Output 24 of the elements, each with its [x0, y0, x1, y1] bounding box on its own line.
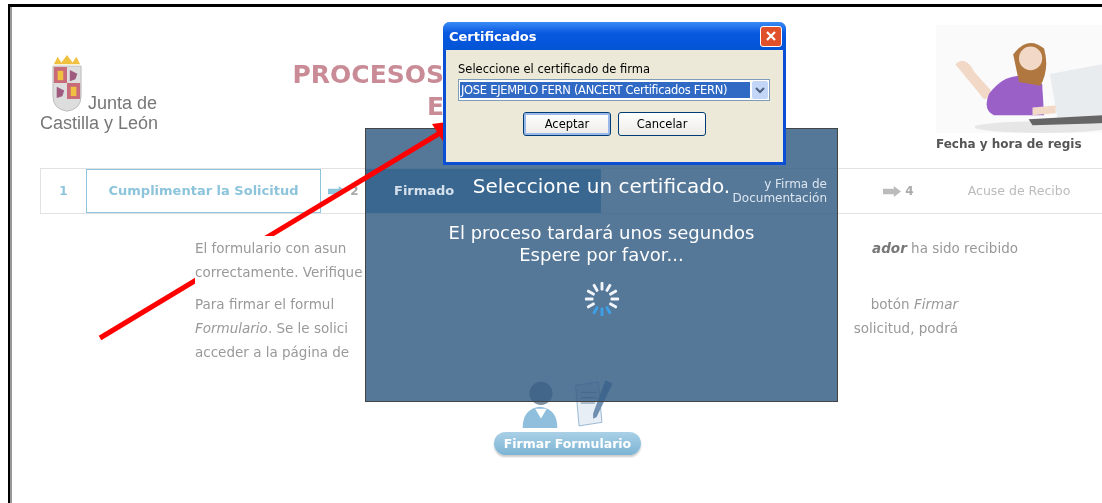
coat-of-arms-icon: [50, 53, 84, 113]
close-button[interactable]: [760, 25, 782, 47]
overlay-title: Seleccione un certificado.: [472, 173, 731, 200]
dialog-button[interactable]: Aceptar: [523, 112, 611, 136]
dialog-button[interactable]: Cancelar: [618, 112, 706, 136]
paragraph-text: correctamente. Verifique: [195, 260, 363, 284]
arrow-icon: [883, 185, 902, 197]
logo-text: Castilla y León: [40, 113, 160, 133]
spinner-icon: [582, 280, 621, 318]
field-label: Seleccione el certificado de firma: [458, 62, 651, 76]
registration-label: Fecha y hora de regis: [936, 137, 1082, 151]
paragraph-text: El formulario con asun: [195, 236, 347, 260]
page-title: PROCESOS: [291, 59, 444, 91]
overlay-message: El proceso tardará unos segundos Espere por favor...: [448, 222, 755, 266]
page-title: E: [425, 91, 444, 123]
step-label: Acuse de Recibo: [967, 184, 1071, 198]
close-icon: [765, 30, 777, 42]
step-label: y Firma de Documentación: [731, 177, 827, 205]
dialog-title: Certificados: [449, 28, 537, 44]
step-number: 1: [59, 184, 68, 198]
logo-text: Junta de: [88, 93, 158, 113]
certificate-dropdown[interactable]: JOSE EJEMPLO FERN (ANCERT Certificados FERN): [458, 79, 770, 101]
dropdown-icon: [752, 81, 768, 99]
step-number: 4: [905, 184, 914, 198]
